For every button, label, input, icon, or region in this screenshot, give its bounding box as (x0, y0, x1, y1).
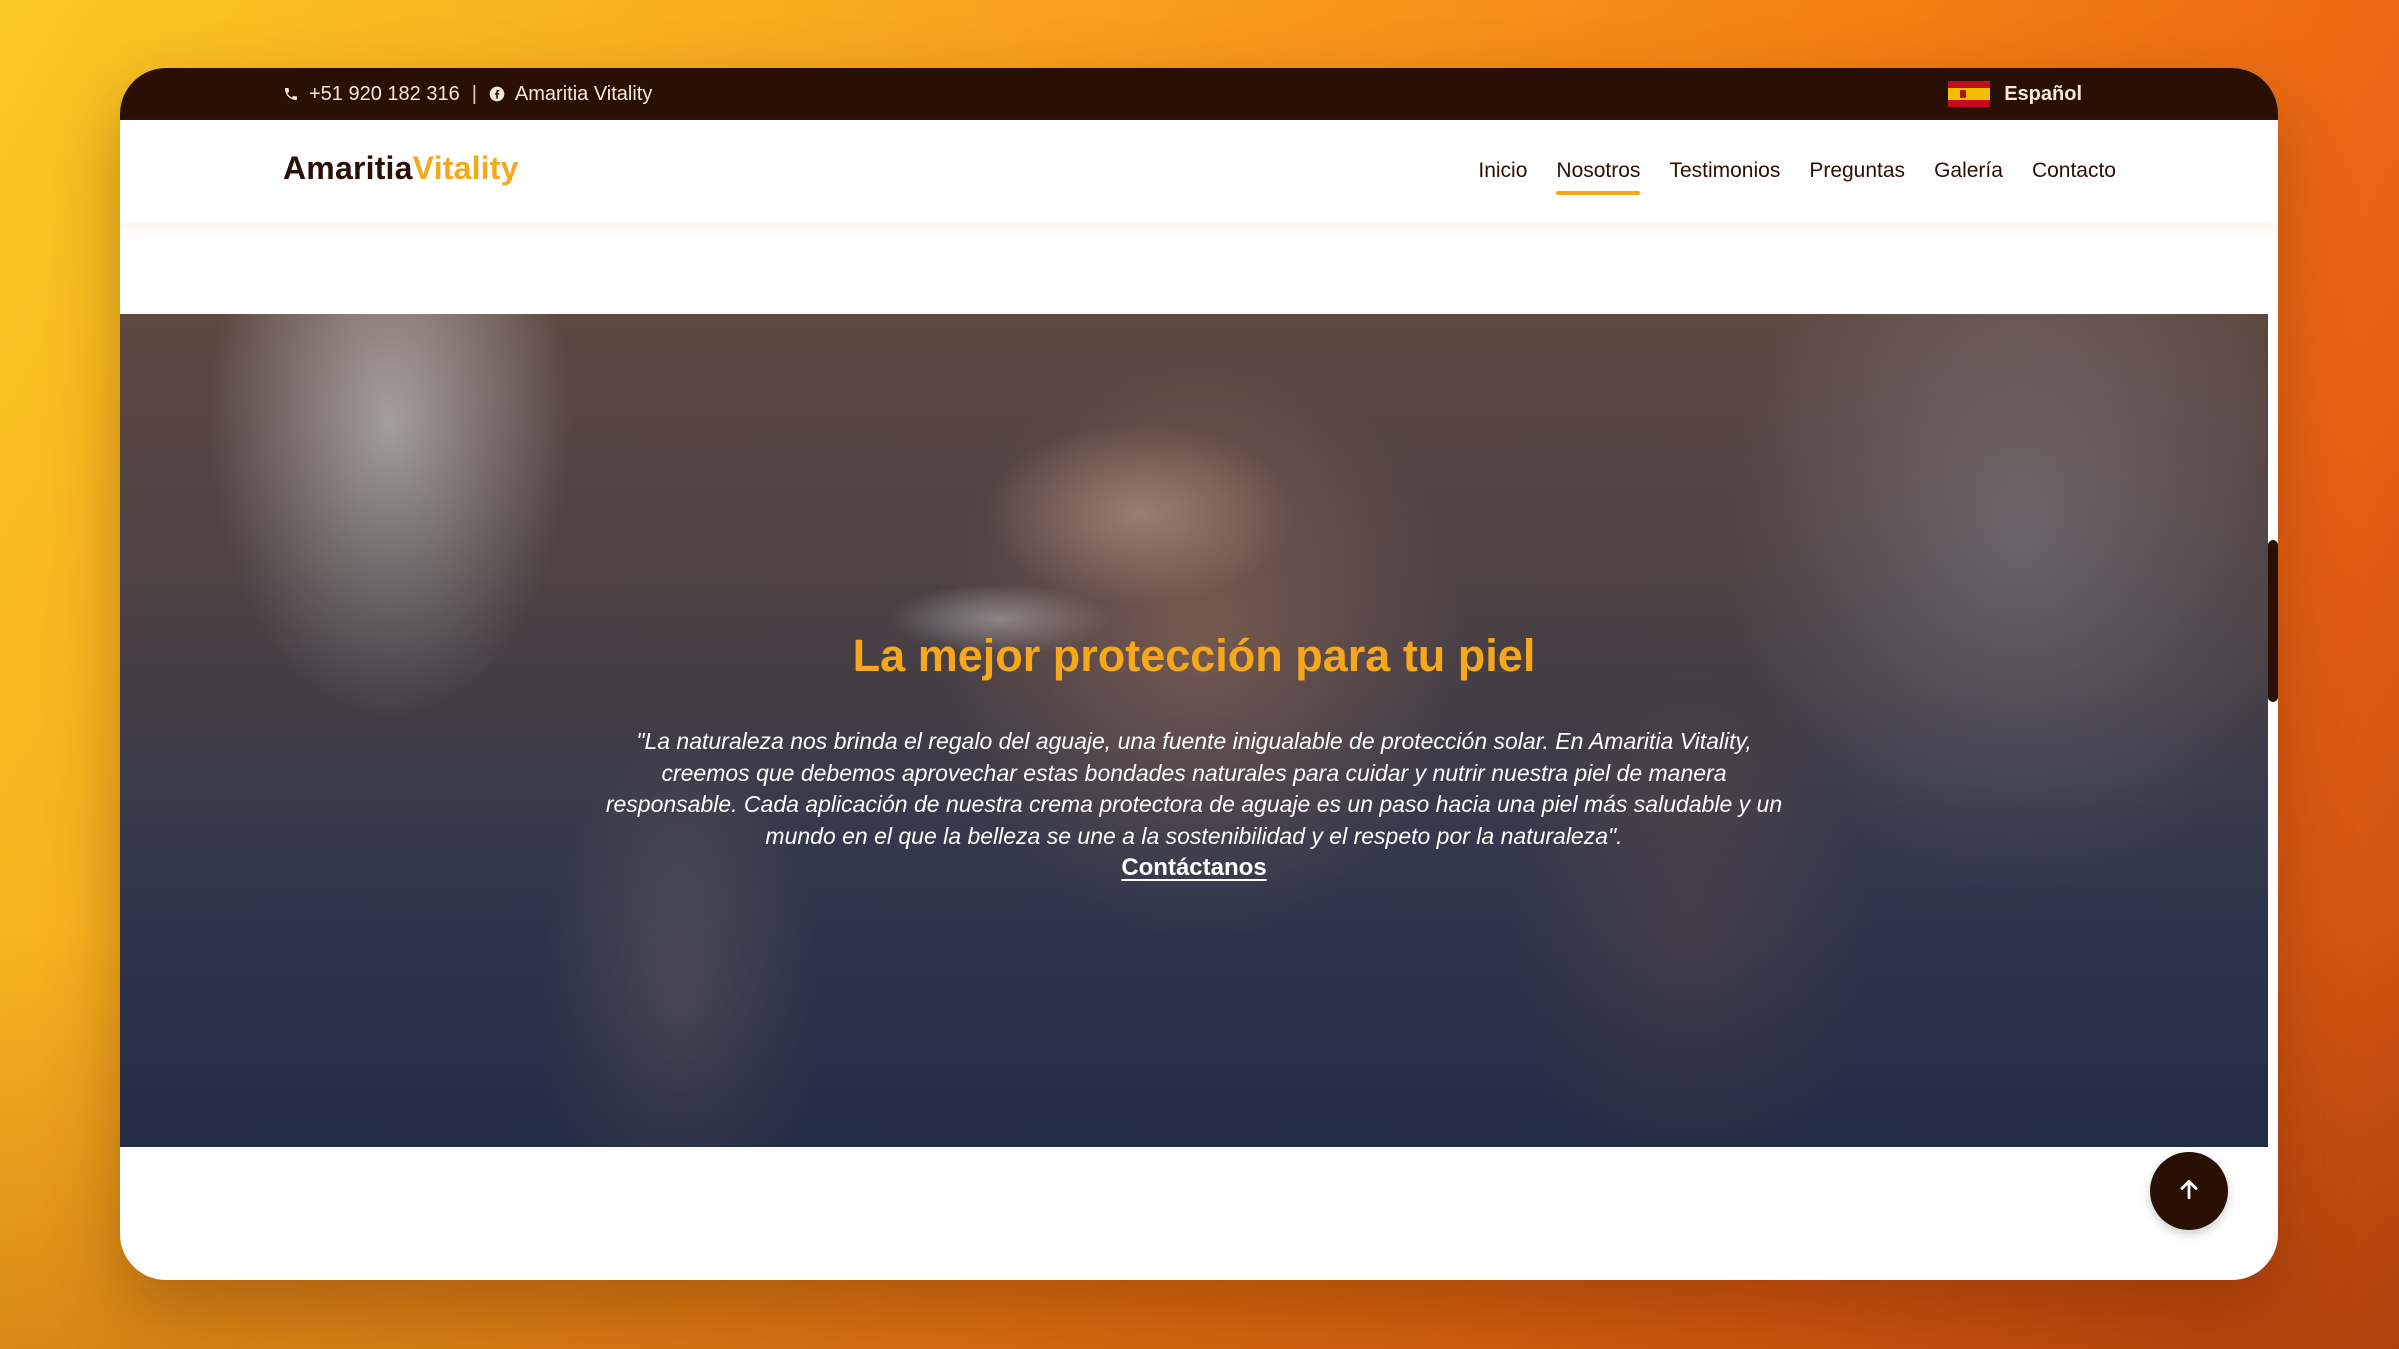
phone-icon (283, 86, 299, 102)
scroll-to-top-button[interactable] (2150, 1152, 2228, 1230)
hero-title: La mejor protección para tu piel (852, 630, 1536, 681)
page-scrollbar[interactable] (2268, 120, 2278, 1280)
language-selector[interactable]: Español (1948, 68, 2082, 120)
facebook-icon[interactable] (489, 86, 505, 102)
contact-info: +51 920 182 316 | Amaritia Vitality (283, 68, 652, 120)
facebook-link[interactable]: Amaritia Vitality (515, 83, 652, 106)
nav-item-galeria[interactable]: Galería (1934, 153, 2003, 189)
nav-menu: Inicio Nosotros Testimonios Preguntas Ga… (1478, 120, 2116, 222)
scrollbar-thumb[interactable] (2268, 540, 2278, 702)
nav-item-nosotros[interactable]: Nosotros (1556, 153, 1641, 195)
nav-item-contacto[interactable]: Contacto (2032, 153, 2116, 189)
site-logo[interactable]: AmaritiaVitality (283, 150, 519, 187)
nav-item-testimonios[interactable]: Testimonios (1669, 153, 1780, 189)
separator: | (471, 82, 477, 105)
language-label: Español (2004, 82, 2082, 105)
phone-number[interactable]: +51 920 182 316 (309, 83, 460, 106)
website-window: +51 920 182 316 | Amaritia Vitality Espa… (120, 68, 2278, 1280)
hero-section: La mejor protección para tu piel "La nat… (120, 314, 2268, 1147)
arrow-up-icon (2176, 1176, 2202, 1207)
contact-us-link[interactable]: Contáctanos (1121, 854, 1266, 881)
hero-cta-container: Contáctanos (120, 854, 2268, 882)
nav-item-inicio[interactable]: Inicio (1478, 153, 1527, 189)
top-info-bar: +51 920 182 316 | Amaritia Vitality Espa… (120, 68, 2278, 120)
logo-text-accent: Vitality (412, 150, 519, 186)
logo-text-main: Amaritia (283, 150, 413, 186)
spain-flag-icon (1948, 81, 1991, 107)
nav-item-preguntas[interactable]: Preguntas (1809, 153, 1905, 189)
hero-quote: "La naturaleza nos brinda el regalo del … (605, 728, 1783, 849)
main-navbar: AmaritiaVitality Inicio Nosotros Testimo… (120, 120, 2278, 222)
